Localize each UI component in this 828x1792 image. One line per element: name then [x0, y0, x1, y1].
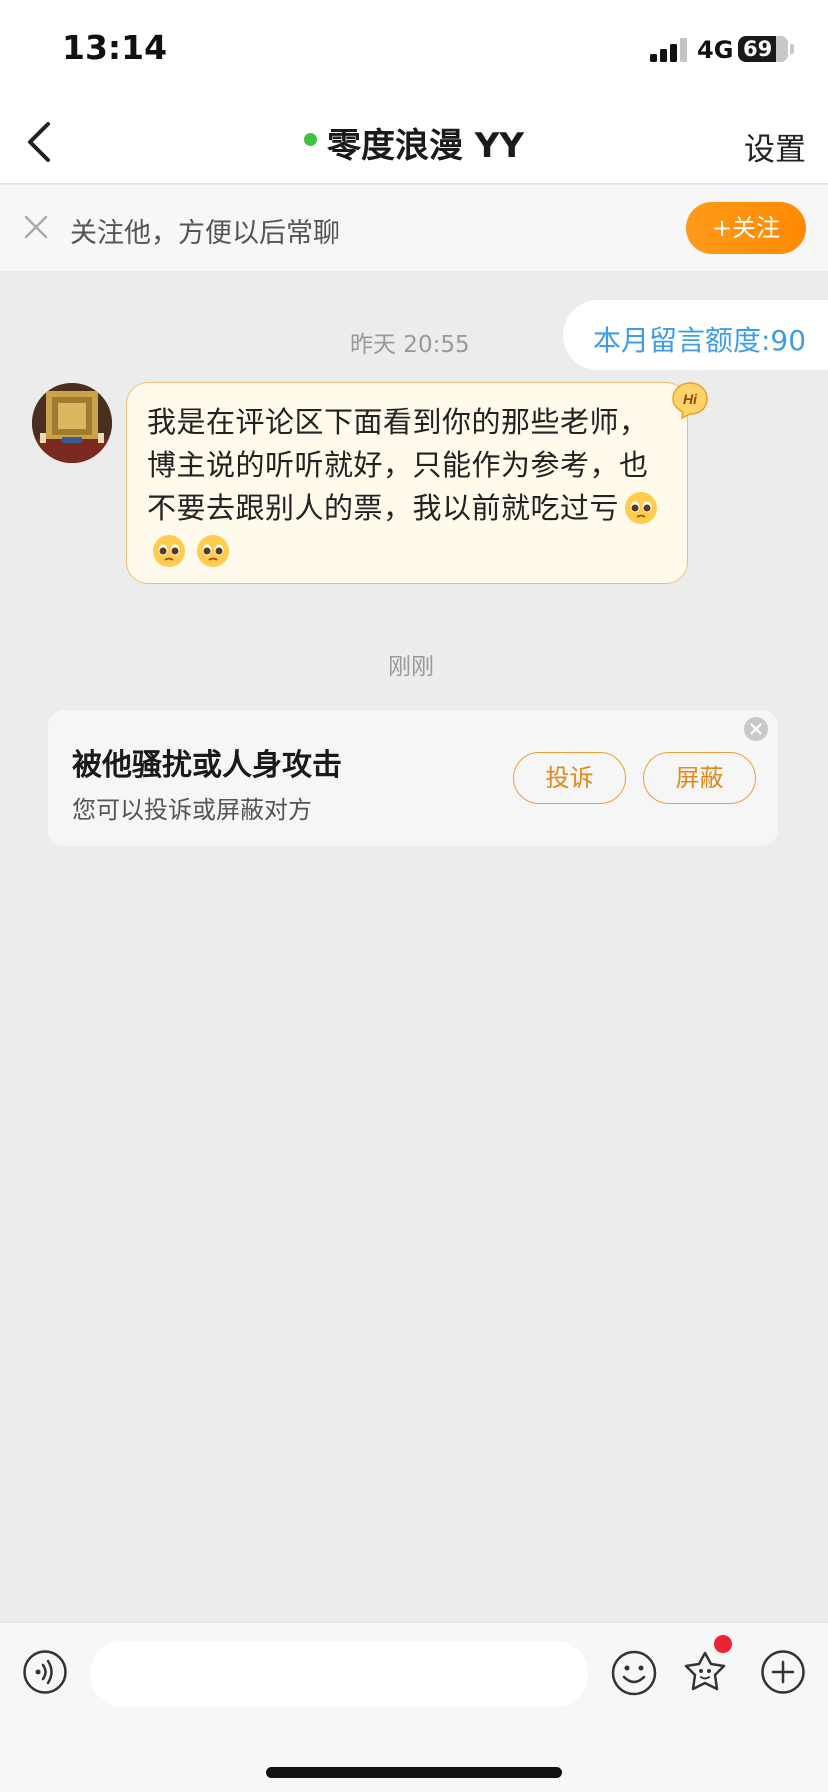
signal-icon: [650, 38, 687, 62]
network-type: 4G: [697, 36, 734, 64]
follow-prompt-text: 关注他，方便以后常聊: [70, 218, 340, 249]
emoji-icon[interactable]: [610, 1649, 658, 1697]
message-quota-text: 本月留言额度:90: [593, 324, 807, 357]
message-input[interactable]: [90, 1641, 588, 1707]
battery-icon: 69: [738, 36, 788, 62]
pleading-face-emoji-icon: [625, 492, 658, 524]
close-icon[interactable]: [22, 213, 50, 241]
online-status-dot: [303, 133, 317, 146]
follow-banner: 关注他，方便以后常聊 +关注: [0, 185, 828, 271]
notification-dot: [714, 1635, 732, 1653]
status-bar: 13:14 4G 69: [0, 0, 828, 100]
hi-badge-icon: Hi: [672, 382, 708, 420]
plus-icon[interactable]: [760, 1649, 806, 1695]
message-text-wrap: 我是在评论区下面看到你的那些老师，博主说的听听就好，只能作为参考，也不要去跟别人…: [147, 401, 667, 573]
avatar-image: [32, 383, 112, 463]
report-card-title: 被他骚扰或人身攻击: [72, 748, 342, 783]
close-icon[interactable]: [743, 716, 769, 742]
message-quota-badge: 本月留言额度:90: [563, 300, 828, 370]
message-timestamp: 昨天 20:55: [350, 332, 470, 358]
nav-title-wrap: 零度浪漫 YY: [0, 118, 828, 167]
settings-button[interactable]: 设置: [744, 124, 806, 169]
report-card: 被他骚扰或人身攻击 您可以投诉或屏蔽对方 投诉 屏蔽: [48, 710, 778, 846]
block-button[interactable]: 屏蔽: [643, 752, 756, 804]
avatar[interactable]: [32, 383, 112, 463]
input-bar: [0, 1622, 828, 1792]
complain-button[interactable]: 投诉: [513, 752, 626, 804]
status-time: 13:14: [62, 28, 168, 67]
message-text: 我是在评论区下面看到你的那些老师，博主说的听听就好，只能作为参考，也不要去跟别人…: [147, 405, 649, 525]
message-timestamp-recent: 刚刚: [388, 654, 434, 680]
home-indicator: [266, 1767, 562, 1778]
page-title: 零度浪漫 YY: [326, 126, 525, 166]
nav-bar: 零度浪漫 YY 设置: [0, 100, 828, 184]
gift-icon[interactable]: [680, 1647, 730, 1697]
battery-level: 69: [743, 37, 773, 61]
follow-button[interactable]: +关注: [686, 202, 806, 254]
message-bubble[interactable]: 我是在评论区下面看到你的那些老师，博主说的听听就好，只能作为参考，也不要去跟别人…: [126, 382, 688, 584]
report-card-subtitle: 您可以投诉或屏蔽对方: [72, 796, 312, 824]
pleading-face-emoji-icon: [197, 535, 229, 567]
hi-badge-text: Hi: [683, 391, 698, 407]
pleading-face-emoji-icon: [153, 535, 185, 567]
voice-icon[interactable]: [22, 1649, 68, 1695]
